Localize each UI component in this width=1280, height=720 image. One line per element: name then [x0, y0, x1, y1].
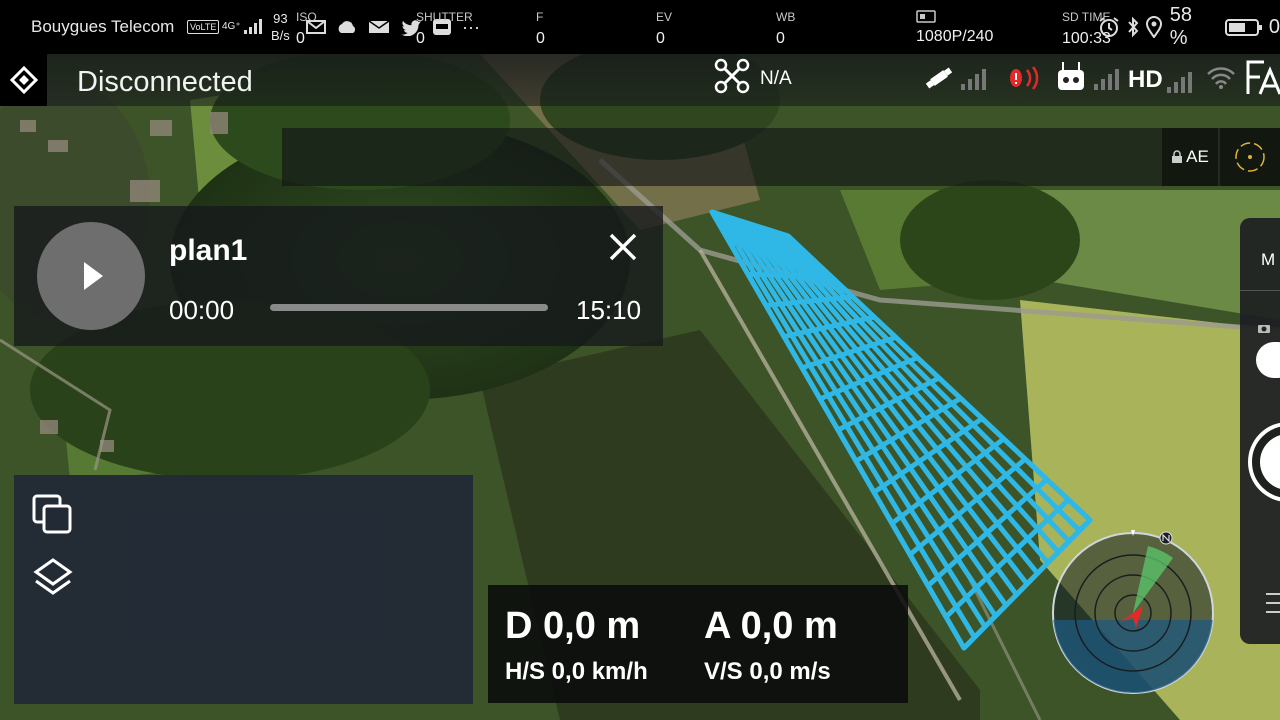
lock-icon [1172, 150, 1183, 163]
camera-settings-bar[interactable] [282, 128, 1280, 186]
focus-mode-button[interactable] [1220, 128, 1280, 186]
network-type: 4G⁺ [222, 21, 241, 32]
drone-icon [714, 58, 750, 94]
video-format-icon [916, 10, 936, 23]
aperture-param[interactable]: F0 [536, 10, 545, 48]
distance-readout: D 0,0 m [505, 605, 641, 647]
horizontal-speed-readout: H/S 0,0 km/h [505, 658, 648, 685]
panel-divider [1240, 290, 1280, 291]
vertical-speed-readout: V/S 0,0 m/s [704, 658, 831, 685]
camera-icon [1258, 325, 1270, 333]
attitude-radar[interactable] [1048, 528, 1218, 698]
map-tools-panel [14, 475, 473, 704]
focus-target-icon [1235, 142, 1265, 172]
carrier-name: Bouygues Telecom [31, 17, 175, 36]
wifi-icon[interactable] [1206, 66, 1236, 90]
video-signal-bars-icon [1166, 72, 1192, 93]
mission-duration: 15:10 [576, 295, 642, 325]
altitude-readout: A 0,0 m [704, 605, 838, 647]
volte-badge: VoLTE [187, 20, 220, 34]
camera-mode-label[interactable]: M [1261, 250, 1275, 270]
clock: 0 [1268, 15, 1280, 38]
shutter-param[interactable]: SHUTTER 0 [416, 10, 473, 48]
close-icon[interactable] [606, 230, 640, 264]
copy-icon[interactable] [30, 492, 76, 538]
cloud-icon [338, 21, 356, 33]
play-icon [84, 262, 103, 290]
cell-signal-icon [243, 19, 262, 34]
mission-elapsed-time: 00:00 [169, 295, 235, 325]
remote-controller-icon[interactable] [1056, 60, 1122, 94]
gps-satellite-icon[interactable] [925, 62, 989, 94]
flight-mode-label: N/A [760, 68, 792, 89]
dji-logo-icon [9, 66, 38, 94]
white-balance-param[interactable]: WB 0 [776, 10, 795, 48]
bluetooth-icon [1128, 16, 1139, 38]
ae-lock-button[interactable]: AE [1162, 128, 1218, 186]
camera-settings-icon[interactable] [1266, 590, 1280, 616]
iso-param[interactable]: ISO 0 [296, 10, 317, 48]
video-format-param[interactable]: 1080P/240 [916, 10, 993, 46]
app-logo-button[interactable] [0, 54, 47, 106]
layers-icon[interactable] [30, 556, 76, 600]
data-rate: 93 B/s [271, 11, 290, 43]
mission-progress-bar[interactable] [270, 304, 548, 311]
hd-video-signal[interactable]: HD [1128, 66, 1196, 94]
settings-menu-icon[interactable] [1246, 60, 1280, 96]
connection-status[interactable]: Disconnected [77, 66, 253, 99]
mission-name: plan1 [169, 234, 248, 267]
location-icon [1145, 16, 1162, 38]
play-mission-button[interactable] [37, 222, 145, 330]
obstacle-alert-icon[interactable] [1004, 64, 1044, 92]
battery-percent: 58 % [1169, 4, 1192, 49]
battery-icon [1225, 19, 1263, 36]
mail-icon [368, 20, 390, 33]
ev-param[interactable]: EV 0 [656, 10, 672, 48]
sd-time-param[interactable]: SD TIME 100:33 [1062, 10, 1111, 48]
